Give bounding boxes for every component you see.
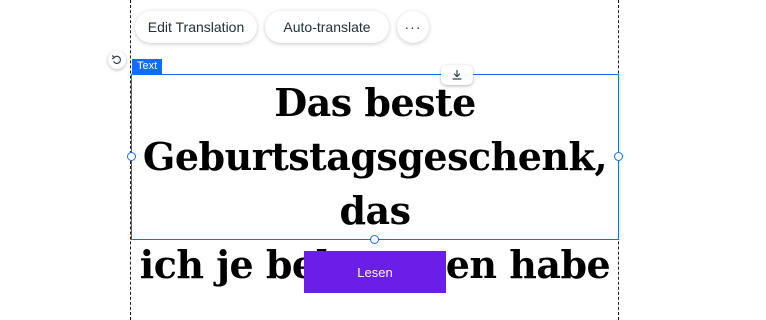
read-button[interactable]: Lesen [304,251,446,293]
floating-toolbar: Edit Translation Auto-translate ··· [135,10,429,44]
more-options-button[interactable]: ··· [397,11,429,43]
resize-handle-right[interactable] [614,152,623,161]
editor-canvas: Edit Translation Auto-translate ··· Text… [0,0,766,320]
edit-translation-button[interactable]: Edit Translation [135,11,257,43]
download-button[interactable] [441,65,473,85]
auto-translate-button[interactable]: Auto-translate [265,11,389,43]
resize-handle-left[interactable] [127,152,136,161]
more-horizontal-icon: ··· [404,19,422,35]
download-icon [452,69,462,80]
reset-button[interactable] [108,51,126,69]
resize-handle-bottom[interactable] [370,235,379,244]
undo-icon [111,55,122,65]
element-type-tag: Text [132,59,163,74]
